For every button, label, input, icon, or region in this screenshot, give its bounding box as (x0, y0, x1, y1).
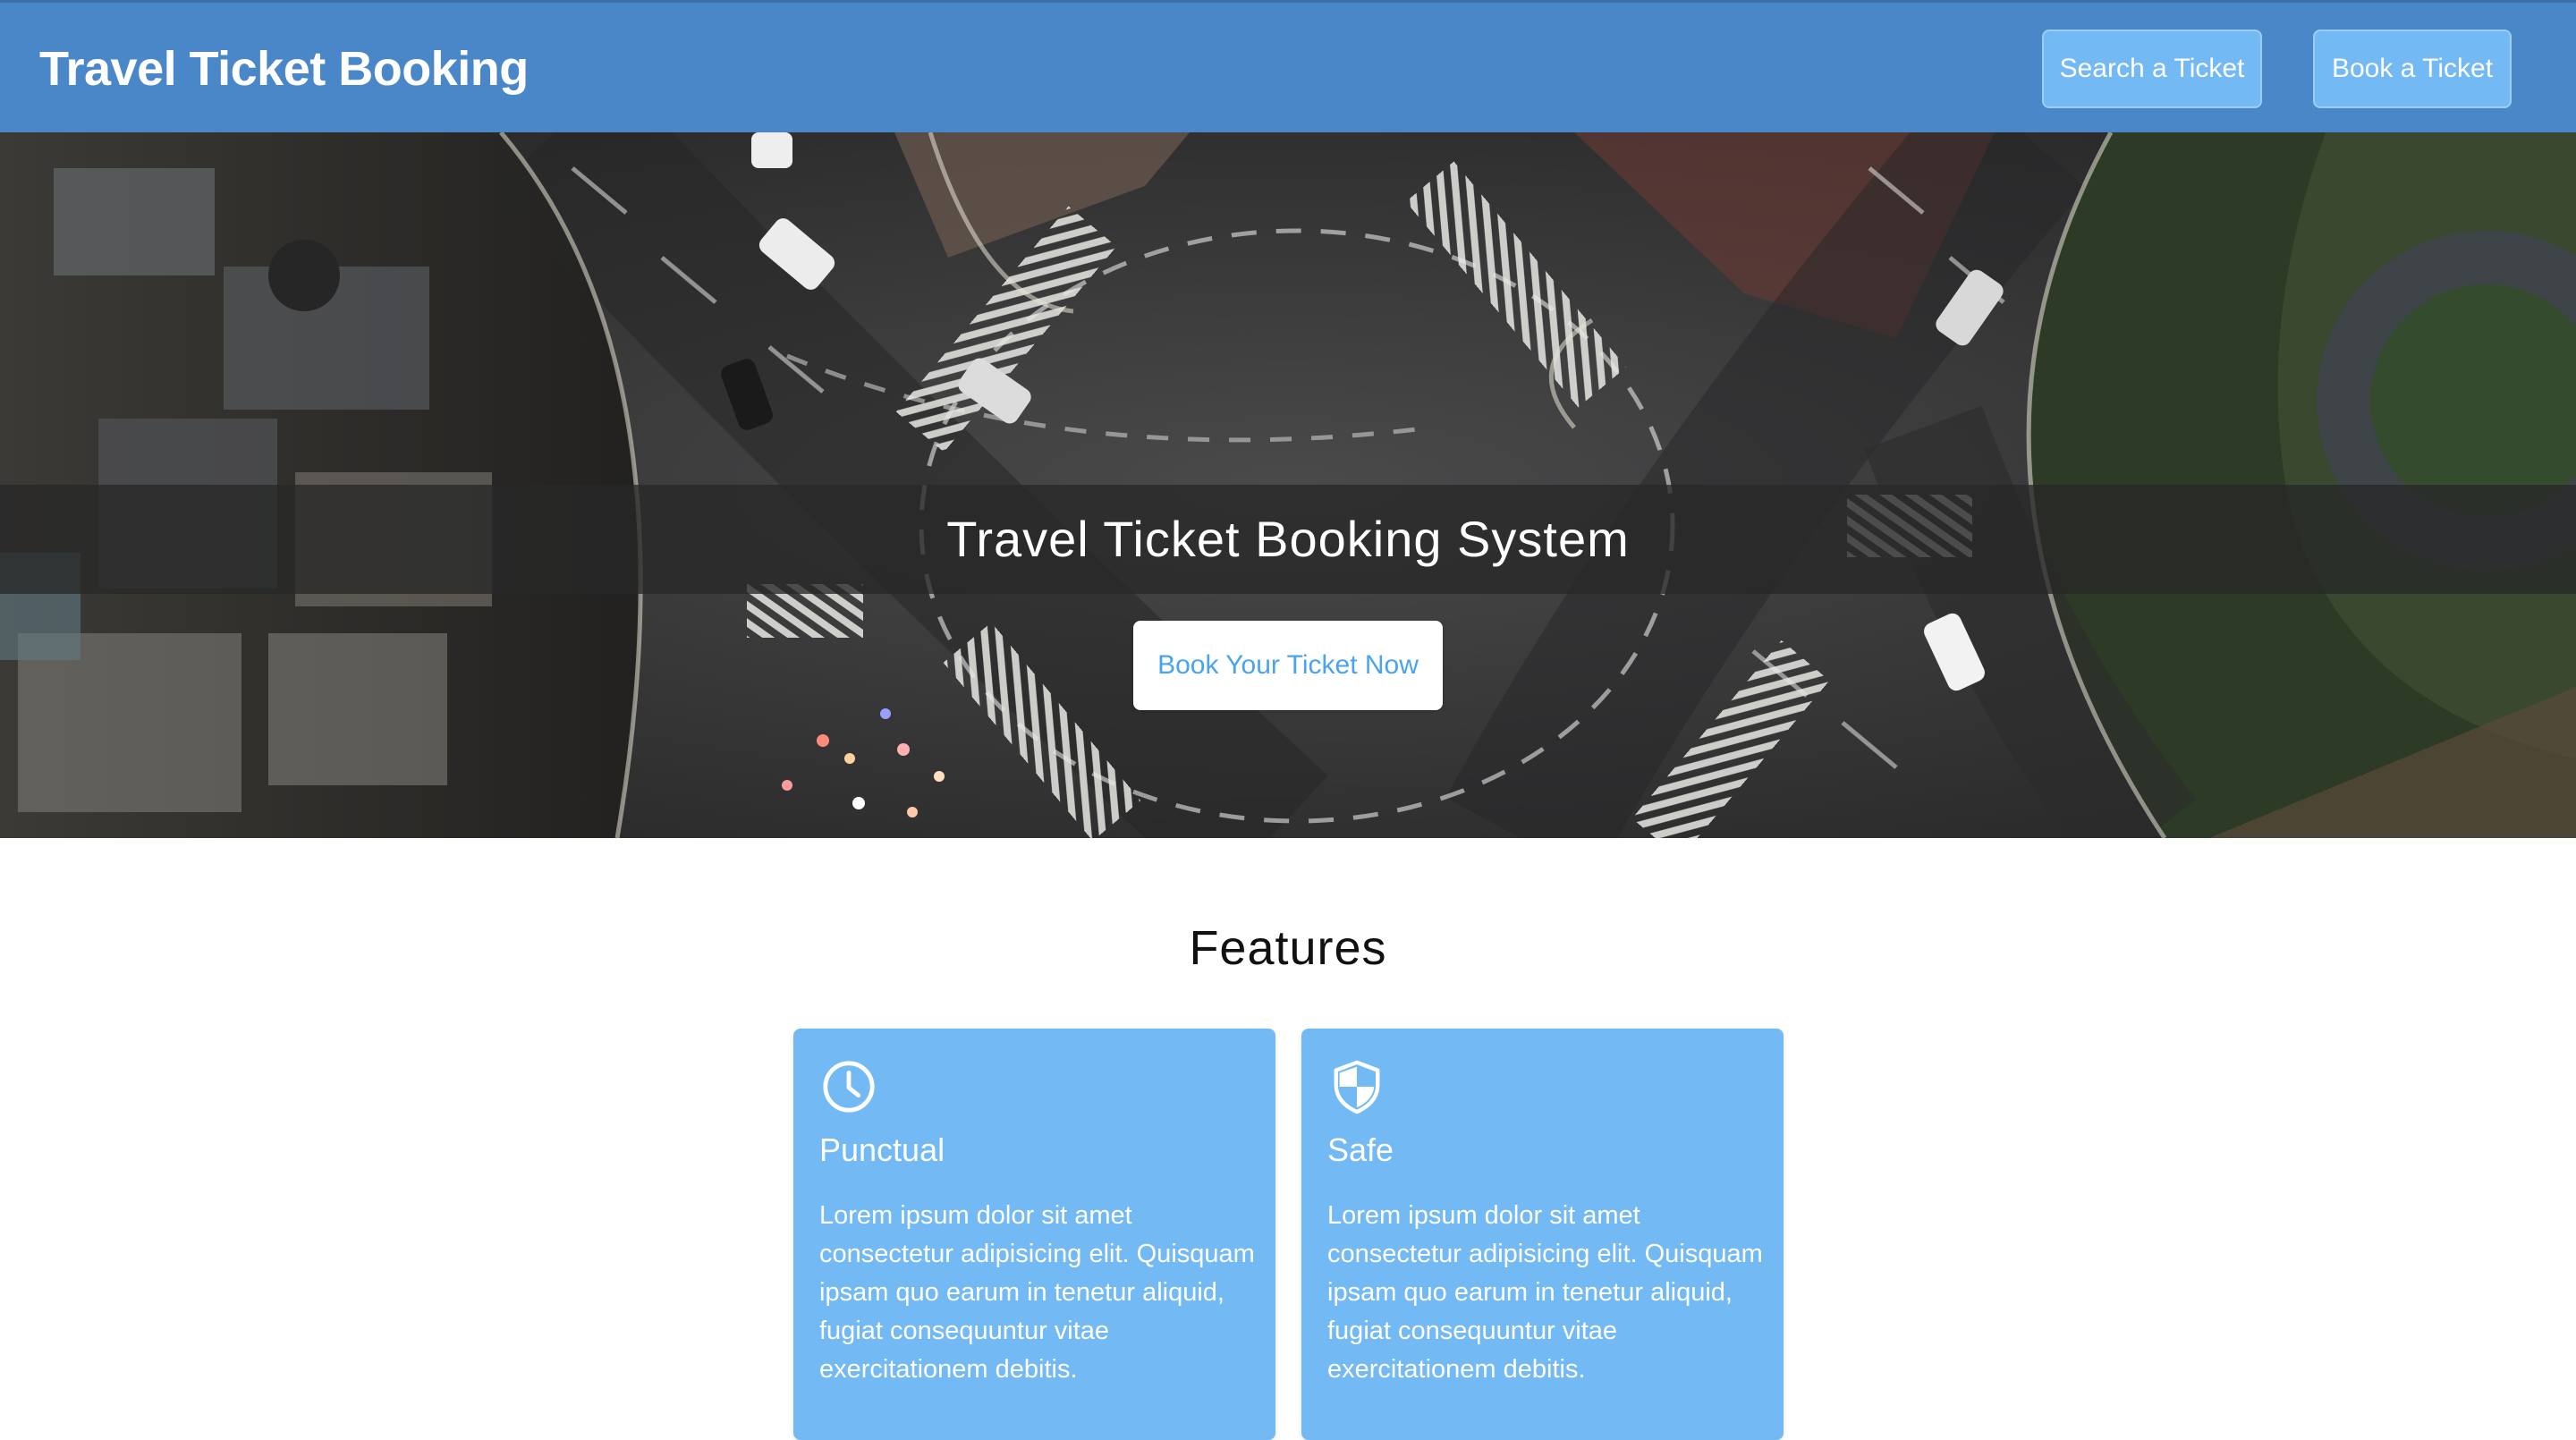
feature-card-title: Punctual (819, 1131, 945, 1168)
navbar: Travel Ticket Booking Search a Ticket Bo… (0, 0, 2576, 132)
brand-title[interactable]: Travel Ticket Booking (39, 40, 529, 97)
feature-card-title: Safe (1327, 1131, 1394, 1168)
book-ticket-button[interactable]: Book a Ticket (2313, 30, 2512, 108)
features-heading: Features (1189, 921, 1387, 975)
feature-card-punctual: Punctual Lorem ipsum dolor sit amet cons… (793, 1029, 1275, 1440)
feature-card-text: Lorem ipsum dolor sit amet consectetur a… (819, 1201, 1255, 1384)
feature-card-text: Lorem ipsum dolor sit amet consectetur a… (1327, 1201, 1763, 1384)
shield-icon (1334, 1060, 1380, 1114)
clock-icon (823, 1061, 875, 1113)
feature-card-safe: Safe Lorem ipsum dolor sit amet consecte… (1301, 1029, 1784, 1440)
hero-title: Travel Ticket Booking System (946, 511, 1630, 567)
search-ticket-button[interactable]: Search a Ticket (2042, 30, 2262, 108)
book-now-button[interactable]: Book Your Ticket Now (1133, 621, 1443, 710)
hero-section: Travel Ticket Booking System Book Your T… (0, 132, 2576, 838)
